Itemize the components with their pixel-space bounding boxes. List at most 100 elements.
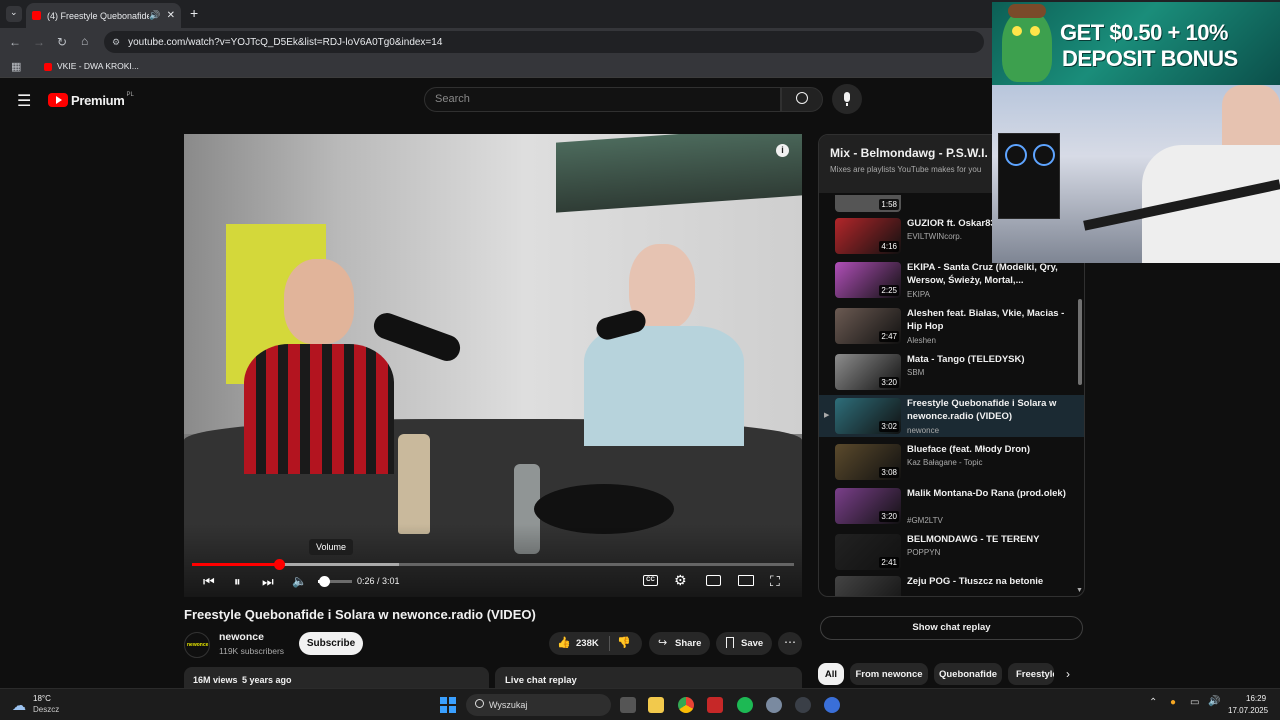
video-thumbnail[interactable] bbox=[835, 576, 901, 596]
playlist-item[interactable]: 3:20 Malik Montana-Do Rana (prod.olek) #GM… bbox=[819, 485, 1084, 527]
clock-date[interactable]: 17.07.2025 bbox=[1228, 706, 1268, 715]
video-channel: newonce bbox=[907, 426, 940, 435]
new-tab-button[interactable]: + bbox=[190, 5, 198, 21]
active-tab[interactable]: (4) Freestyle Quebonafide i 🔊 ✕ bbox=[26, 3, 181, 28]
menu-icon[interactable]: ☰ bbox=[17, 91, 31, 111]
back-icon[interactable]: ← bbox=[9, 36, 21, 48]
windows-start-icon[interactable] bbox=[440, 697, 456, 713]
video-title[interactable]: Zeju POG - Tłuszcz na betonie bbox=[907, 575, 1072, 588]
search-input[interactable]: Search bbox=[424, 87, 781, 112]
progress-bar[interactable] bbox=[192, 559, 794, 570]
volume-slider[interactable] bbox=[318, 576, 352, 587]
video-title[interactable]: Freestyle Quebonafide i Solara w newonce… bbox=[907, 397, 1072, 423]
video-title[interactable]: Mata - Tango (TELEDYSK) bbox=[907, 353, 1072, 366]
playlist-item[interactable]: 2:47 Aleshen feat. Białas, Vkie, Macias -… bbox=[819, 305, 1084, 347]
playlist-item-partial[interactable]: 1:58 bbox=[835, 195, 901, 212]
chrome-icon[interactable] bbox=[678, 697, 694, 713]
volume-icon[interactable]: 🔈 bbox=[292, 574, 307, 588]
playlist-item-current[interactable]: ▶ 3:02 Freestyle Quebonafide i Solara w ne… bbox=[819, 395, 1084, 437]
close-tab-icon[interactable]: ✕ bbox=[167, 10, 175, 21]
speaker-icon[interactable]: 🔊 bbox=[149, 10, 160, 21]
chip-next-icon[interactable]: › bbox=[1066, 667, 1070, 681]
subtitles-button[interactable]: CC bbox=[643, 575, 658, 586]
site-info-icon[interactable]: ⚙ bbox=[112, 37, 120, 48]
spotify-icon[interactable] bbox=[737, 697, 753, 713]
video-title[interactable]: EKIPA - Santa Cruz (Modelki, Qry, Wersow… bbox=[907, 261, 1072, 287]
settings-gear-icon[interactable]: ⚙ bbox=[674, 572, 687, 589]
youtube-logo[interactable]: Premium PL bbox=[48, 92, 134, 108]
weather-cloud-icon[interactable]: ☁ bbox=[12, 697, 26, 714]
video-thumbnail[interactable]: 3:20 bbox=[835, 354, 901, 390]
chip-quebonafide[interactable]: Quebonafide bbox=[934, 663, 1002, 685]
video-thumbnail[interactable]: 3:20 bbox=[835, 488, 901, 524]
casino-ad-banner[interactable]: GET $0.50 + 10% DEPOSIT BONUS bbox=[992, 2, 1280, 85]
video-title[interactable]: Blueface (feat. Młody Dron) bbox=[907, 443, 1072, 456]
apps-grid-icon[interactable]: ▦ bbox=[11, 60, 21, 73]
channel-name[interactable]: newonce bbox=[219, 631, 264, 643]
volume-knob[interactable] bbox=[319, 576, 330, 587]
chip-from-newonce[interactable]: From newonce bbox=[850, 663, 928, 685]
playlist-scrollbar[interactable] bbox=[1078, 299, 1082, 385]
file-explorer-icon[interactable] bbox=[648, 697, 664, 713]
previous-icon[interactable]: ⏮ bbox=[203, 574, 215, 590]
tray-volume-icon[interactable]: 🔊 bbox=[1208, 696, 1220, 707]
dislike-button[interactable]: 👎 bbox=[617, 636, 631, 649]
subscribe-button[interactable]: Subscribe bbox=[299, 632, 363, 655]
steam-icon[interactable] bbox=[795, 697, 811, 713]
playlist-item[interactable]: 2:41 BELMONDAWG - TE TERENY POPPYN bbox=[819, 531, 1084, 573]
search-button[interactable] bbox=[781, 87, 823, 112]
save-button[interactable]: Save bbox=[716, 632, 772, 655]
chip-freestyle[interactable]: Freestyle bbox=[1008, 663, 1054, 685]
video-thumbnail[interactable]: 2:41 bbox=[835, 534, 901, 570]
progress-scrubber[interactable] bbox=[273, 559, 285, 570]
like-count[interactable]: 238K bbox=[576, 638, 599, 649]
task-view-icon[interactable] bbox=[620, 697, 636, 713]
scroll-down-icon[interactable]: ▼ bbox=[1076, 587, 1083, 594]
clock-time[interactable]: 16:29 bbox=[1246, 694, 1266, 703]
playlist-item[interactable]: 3:20 Mata - Tango (TELEDYSK) SBM bbox=[819, 351, 1084, 393]
playlist-item[interactable]: Zeju POG - Tłuszcz na betonieXpose bbox=[819, 573, 1084, 596]
home-icon[interactable]: ⌂ bbox=[81, 35, 88, 47]
bookmark-item[interactable]: VKIE - DWA KROKI... bbox=[57, 61, 139, 71]
reload-icon[interactable]: ↻ bbox=[57, 36, 67, 48]
tab-search-button[interactable]: ⌄ bbox=[6, 6, 22, 22]
live-chat-replay-header[interactable]: Live chat replay bbox=[495, 667, 802, 689]
video-player[interactable]: i Volume ⏮ ⏸ ⏭ 🔈 0:26 / 3:01 CC ⚙ ⛶ bbox=[184, 134, 802, 597]
app-icon[interactable] bbox=[824, 697, 840, 713]
voice-search-button[interactable] bbox=[832, 84, 862, 114]
chip-all[interactable]: All bbox=[818, 663, 844, 685]
video-title[interactable]: Aleshen feat. Białas, Vkie, Macias - Hip… bbox=[907, 307, 1072, 333]
tray-chevron-up-icon[interactable]: ⌃ bbox=[1149, 697, 1157, 708]
miniplayer-icon[interactable] bbox=[706, 575, 721, 586]
video-thumbnail[interactable]: 4:16 bbox=[835, 218, 901, 254]
channel-avatar[interactable]: newonce bbox=[184, 632, 210, 658]
fullscreen-icon[interactable]: ⛶ bbox=[770, 573, 780, 590]
media-app-icon[interactable] bbox=[707, 697, 723, 713]
next-icon[interactable]: ⏭ bbox=[262, 574, 274, 590]
like-button[interactable]: 👍 bbox=[557, 636, 571, 649]
video-title[interactable]: Malik Montana-Do Rana (prod.olek) bbox=[907, 487, 1072, 500]
info-icon[interactable]: i bbox=[776, 144, 789, 157]
pause-icon[interactable]: ⏸ bbox=[234, 574, 241, 590]
weather-temperature[interactable]: 18°C bbox=[33, 694, 51, 703]
tray-network-icon[interactable]: ▭ bbox=[1190, 697, 1199, 708]
playlist-title[interactable]: Mix - Belmondawg - P.S.W.I. bbox=[830, 146, 988, 160]
tray-microphone-icon[interactable]: ● bbox=[1170, 697, 1176, 708]
video-thumbnail[interactable]: 3:02 bbox=[835, 398, 901, 434]
video-title[interactable]: BELMONDAWG - TE TERENY bbox=[907, 533, 1072, 546]
playlist-item[interactable]: 2:25 EKIPA - Santa Cruz (Modelki, Qry, We… bbox=[819, 259, 1084, 301]
forward-icon[interactable]: → bbox=[33, 36, 45, 48]
video-thumbnail[interactable]: 2:47 bbox=[835, 308, 901, 344]
share-button[interactable]: ↪ Share bbox=[649, 632, 710, 655]
video-thumbnail[interactable]: 2:25 bbox=[835, 262, 901, 298]
weather-condition[interactable]: Deszcz bbox=[33, 705, 59, 714]
playlist-item[interactable]: 3:08 Blueface (feat. Młody Dron) Kaz Bałag… bbox=[819, 441, 1084, 483]
taskbar-search[interactable]: Wyszukaj bbox=[466, 694, 611, 716]
settings-icon[interactable] bbox=[766, 697, 782, 713]
show-chat-replay-button[interactable]: Show chat replay bbox=[820, 616, 1083, 640]
theater-mode-icon[interactable] bbox=[738, 575, 754, 586]
video-thumbnail[interactable]: 3:08 bbox=[835, 444, 901, 480]
description-box[interactable]: 16M views 5 years ago bbox=[184, 667, 489, 689]
more-actions-button[interactable]: ⋯ bbox=[778, 632, 802, 655]
omnibox[interactable]: ⚙ youtube.com/watch?v=YOJTcQ_D5Ek&list=R… bbox=[104, 31, 984, 53]
